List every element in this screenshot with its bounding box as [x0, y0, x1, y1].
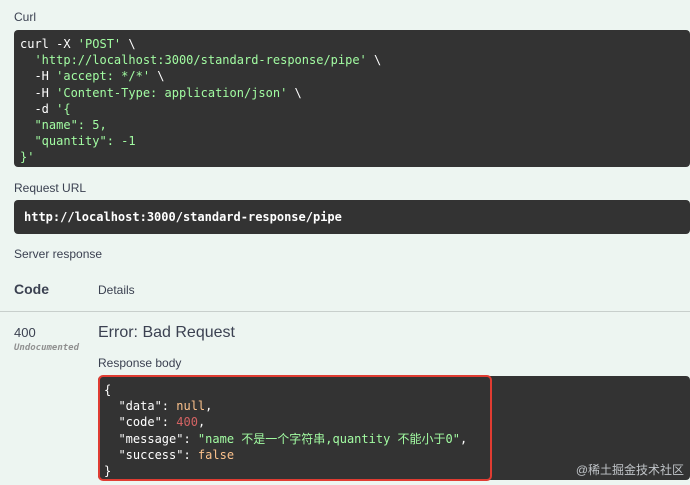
curl-line-token: \	[366, 53, 382, 68]
curl-line: }'	[20, 149, 690, 165]
curl-line-token: \	[121, 37, 136, 51]
column-header-code: Code	[14, 281, 49, 297]
request-url-block[interactable]: http://localhost:3000/standard-response/…	[14, 200, 690, 234]
curl-line: -H 'accept: */*' \	[20, 68, 690, 84]
curl-line-token: 'accept: */*'	[56, 69, 151, 84]
curl-line-token: 'http://localhost:3000/standard-response…	[34, 53, 367, 68]
curl-line: "name": 5,	[20, 117, 690, 133]
response-highlight-box	[98, 375, 492, 481]
watermark: @稀土掘金技术社区	[575, 463, 684, 477]
error-title: Error: Bad Request	[98, 324, 235, 341]
curl-line: curl -X 'POST' \	[20, 36, 690, 52]
curl-line-token: "name": 5,	[20, 117, 107, 132]
curl-line-token: curl -X	[20, 37, 78, 51]
curl-line-token: \	[150, 69, 165, 84]
curl-line-token: "quantity": -1	[20, 134, 136, 149]
curl-line-token: -H	[20, 85, 57, 100]
curl-line-token: '{	[56, 101, 71, 116]
curl-line-token: -d	[20, 101, 57, 116]
column-header-details: Details	[98, 283, 135, 297]
undocumented-note: Undocumented	[14, 343, 80, 353]
curl-line-token: 'Content-Type: application/json'	[56, 85, 288, 100]
header-divider	[0, 311, 690, 312]
curl-line-token: -H	[20, 69, 57, 84]
curl-line-token: \	[287, 85, 302, 100]
curl-line: "quantity": -1	[20, 133, 690, 149]
curl-line-token: 'POST'	[77, 37, 122, 51]
curl-line: -H 'Content-Type: application/json' \	[20, 85, 690, 101]
curl-command-block[interactable]: curl -X 'POST' \ 'http://localhost:3000/…	[14, 30, 690, 167]
server-response-title: Server response	[14, 247, 103, 261]
curl-line-token	[20, 53, 34, 67]
curl-line: -d '{	[20, 101, 690, 117]
request-url-title: Request URL	[14, 181, 87, 195]
response-status-code: 400	[14, 325, 36, 340]
request-url-value: http://localhost:3000/standard-response/…	[24, 210, 342, 224]
curl-section-title: Curl	[14, 10, 37, 24]
curl-line: 'http://localhost:3000/standard-response…	[20, 52, 690, 68]
response-body-label: Response body	[98, 356, 182, 370]
curl-line-token: }'	[20, 150, 35, 165]
